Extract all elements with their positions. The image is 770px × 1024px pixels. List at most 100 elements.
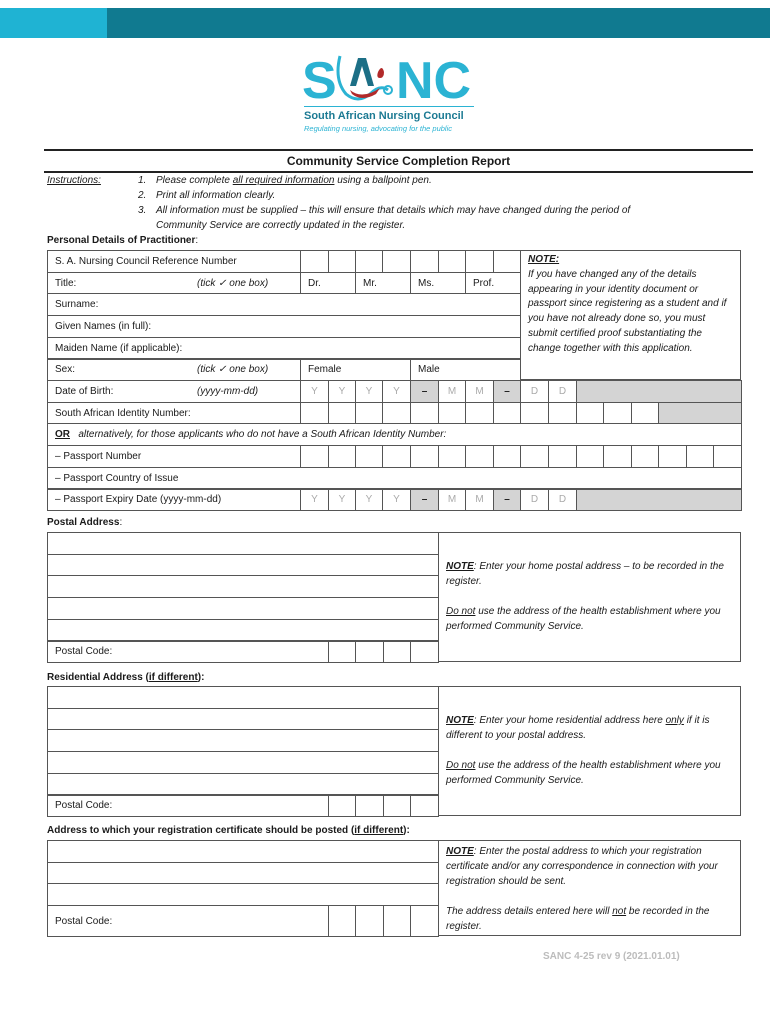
id-number-box[interactable] [328,401,356,425]
passport-number-box[interactable] [520,445,549,468]
id-number-box[interactable] [576,401,604,425]
certificate-address-line[interactable] [47,840,439,863]
date-of-birth-label: Date of Birth: (yyyy-mm-dd) [47,380,301,403]
id-number-box[interactable] [603,401,632,425]
residential-address-line[interactable] [47,772,439,796]
id-number-box[interactable] [465,401,494,425]
postal-address-postal-code-box[interactable] [328,640,356,664]
passport-number-box[interactable] [686,445,714,468]
passport-number-box[interactable] [355,445,383,468]
certificate-address-postal-code-box[interactable] [410,905,439,938]
passport-number-box[interactable] [410,445,439,468]
passport-number-box[interactable] [328,445,356,468]
passport-expiry-digit-box[interactable]: Y [300,488,329,512]
id-number-box[interactable] [410,401,439,425]
ref-number-box[interactable] [328,250,356,273]
personal-details-note: NOTE: If you have changed any of the det… [520,250,741,380]
id-number-box[interactable] [493,401,521,425]
id-number-box[interactable] [520,401,549,425]
certificate-address-line[interactable] [47,883,439,907]
postal-address-postal-code-box[interactable] [355,640,384,664]
residential-address-line[interactable] [47,751,439,774]
passport-number-box[interactable] [576,445,604,468]
postal-address-postal-code-box[interactable] [383,640,411,664]
instruction-item: 3. All information must be supplied – thi… [138,205,631,216]
ref-number-box[interactable] [438,250,466,273]
residential-address-line[interactable] [47,686,439,709]
date-of-birth-digit-box[interactable]: Y [382,380,411,403]
title-option-ms[interactable]: Ms. [410,271,466,295]
postal-address-note: NOTE: Enter your home postal address – t… [438,532,741,662]
passport-country-field[interactable]: – Passport Country of Issue [47,466,742,490]
passport-number-box[interactable] [631,445,659,468]
date-of-birth-digit-box[interactable]: Y [328,380,356,403]
ref-number-box[interactable] [300,250,329,273]
residential-address-heading: Residential Address (if different): [47,672,205,683]
passport-expiry-digit-box[interactable]: D [520,488,549,512]
certificate-address-postal-code-box[interactable] [355,905,384,938]
passport-number-box[interactable] [438,445,466,468]
passport-number-box[interactable] [300,445,329,468]
id-number-box[interactable] [382,401,411,425]
date-of-birth-digit-box[interactable]: D [520,380,549,403]
title-option-dr[interactable]: Dr. [300,271,356,295]
date-of-birth-digit-box[interactable]: M [438,380,466,403]
passport-expiry-digit-box[interactable]: Y [328,488,356,512]
surname-field[interactable]: Surname: [47,293,521,317]
title-option-prof[interactable]: Prof. [465,271,521,295]
certificate-address-postal-code-box[interactable] [328,905,356,938]
passport-number-box[interactable] [382,445,411,468]
given-names-field[interactable]: Given Names (in full): [47,315,521,338]
id-number-box[interactable] [438,401,466,425]
postal-address-line[interactable] [47,618,439,642]
passport-expiry-digit-box[interactable]: M [465,488,494,512]
unused-area [658,401,742,425]
postal-address-line[interactable] [47,532,439,555]
sanc-logo-mark: S NC [302,52,471,110]
id-number-box[interactable] [548,401,577,425]
sex-option-male[interactable]: Male [410,358,521,382]
ref-number-box[interactable] [382,250,411,273]
date-of-birth-digit-box[interactable]: Y [300,380,329,403]
passport-number-label: – Passport Number [47,445,301,468]
unused-area [576,488,742,512]
id-number-box[interactable] [631,401,659,425]
residential-address-postal-code-box[interactable] [410,794,439,818]
certificate-address-postal-code-box[interactable] [383,905,411,938]
residential-address-postal-code-box[interactable] [383,794,411,818]
title-option-mr[interactable]: Mr. [355,271,411,295]
passport-number-box[interactable] [493,445,521,468]
passport-number-box[interactable] [658,445,687,468]
passport-expiry-digit-box[interactable]: D [548,488,577,512]
postal-address-line[interactable] [47,597,439,620]
sex-option-female[interactable]: Female [300,358,411,382]
residential-address-postal-code-box[interactable] [355,794,384,818]
date-of-birth-digit-box[interactable]: Y [355,380,383,403]
ref-number-box[interactable] [493,250,521,273]
passport-expiry-digit-box[interactable]: M [438,488,466,512]
postal-address-line[interactable] [47,575,439,599]
passport-expiry-digit-box[interactable]: Y [382,488,411,512]
residential-address-line[interactable] [47,729,439,753]
passport-expiry-digit-box[interactable]: Y [355,488,383,512]
passport-number-box[interactable] [465,445,494,468]
id-number-box[interactable] [355,401,383,425]
title-label: Title: (tick ✓ one box) [47,271,301,295]
certificate-address-line[interactable] [47,861,439,885]
postal-address-line[interactable] [47,553,439,577]
ref-number-box[interactable] [410,250,439,273]
date-separator: – [493,380,521,403]
id-number-box[interactable] [300,401,329,425]
ref-number-box[interactable] [465,250,494,273]
passport-number-box[interactable] [603,445,632,468]
note-heading: NOTE: [528,254,560,265]
residential-address-postal-code-box[interactable] [328,794,356,818]
passport-number-box[interactable] [713,445,742,468]
passport-number-box[interactable] [548,445,577,468]
date-of-birth-digit-box[interactable]: D [548,380,577,403]
residential-address-line[interactable] [47,707,439,731]
postal-address-postal-code-box[interactable] [410,640,439,664]
ref-number-box[interactable] [355,250,383,273]
maiden-name-field[interactable]: Maiden Name (if applicable): [47,336,521,360]
date-of-birth-digit-box[interactable]: M [465,380,494,403]
